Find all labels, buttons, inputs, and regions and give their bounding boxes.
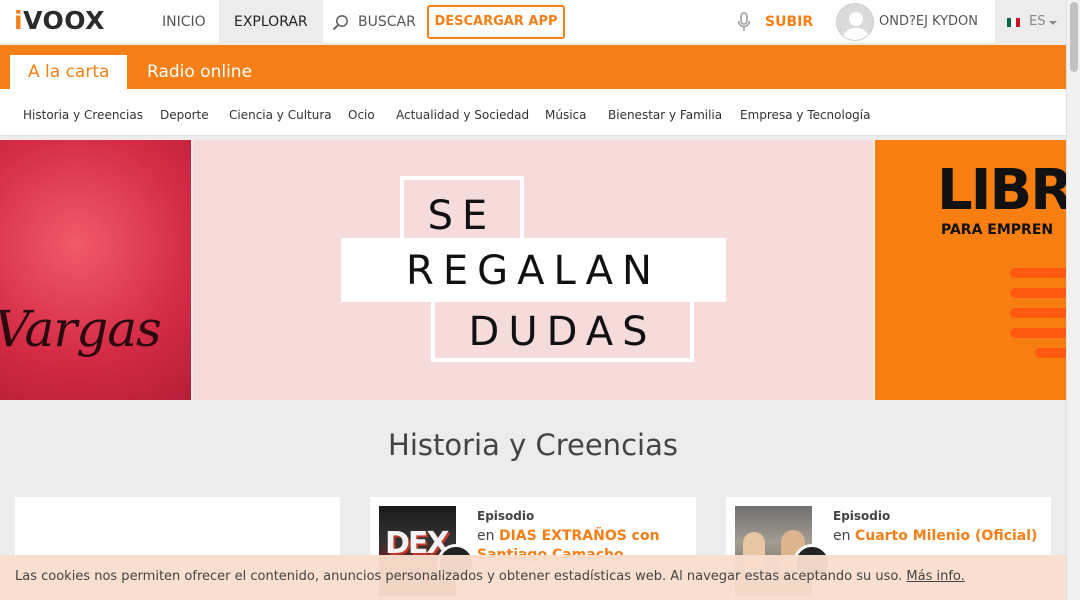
nav-explorar[interactable]: EXPLORAR (219, 0, 323, 44)
language-code: ES (1029, 14, 1046, 29)
user-silhouette-icon (842, 12, 870, 40)
tab-radio-online[interactable]: Radio online (129, 55, 270, 89)
microphone-icon (737, 12, 751, 31)
episode-type: Episodio (477, 509, 535, 523)
episode-prefix: en (477, 528, 495, 544)
cookie-more-info-link[interactable]: Más info. (906, 569, 964, 584)
carousel-slide-right[interactable]: LIBR PARA EMPREN (875, 140, 1066, 400)
search-icon (332, 15, 348, 31)
upload-label: SUBIR (765, 14, 814, 30)
category-bienestar[interactable]: Bienestar y Familia (608, 89, 722, 136)
language-selector[interactable]: ES (995, 0, 1066, 44)
scrollbar-thumb[interactable] (1070, 2, 1078, 72)
decorative-stripe (1035, 348, 1066, 358)
category-ciencia[interactable]: Ciencia y Cultura (229, 89, 332, 136)
nav-buscar[interactable]: BUSCAR (318, 0, 431, 44)
category-bar: Historia y Creencias Deporte Ciencia y C… (0, 89, 1066, 136)
section-title: Historia y Creencias (388, 428, 678, 462)
page: iVOOX INICIO EXPLORAR BUSCAR DESCARGAR A… (0, 0, 1080, 600)
nav-inicio[interactable]: INICIO (147, 0, 221, 44)
cookie-text: Las cookies nos permiten ofrecer el cont… (15, 569, 903, 584)
top-navbar: iVOOX INICIO EXPLORAR BUSCAR DESCARGAR A… (0, 0, 1066, 44)
episode-type: Episodio (833, 509, 891, 523)
chevron-down-icon (1049, 21, 1057, 25)
decorative-stripe (1010, 328, 1066, 338)
category-historia[interactable]: Historia y Creencias (23, 89, 143, 136)
carousel-slide-center[interactable]: SE REGALAN DUDAS (193, 140, 873, 400)
logo-rest: VOOX (23, 6, 105, 35)
decorative-stripe (1010, 308, 1066, 318)
download-app-button[interactable]: DESCARGAR APP (427, 5, 565, 39)
category-ocio[interactable]: Ocio (348, 89, 375, 136)
slide-right-title: LIBR (937, 158, 1066, 223)
decorative-stripe (1010, 268, 1066, 278)
episode-prefix: en (833, 528, 851, 544)
logo-i: i (14, 6, 24, 35)
avatar (836, 3, 874, 41)
category-musica[interactable]: Música (545, 89, 587, 136)
upload-button[interactable]: SUBIR (736, 0, 813, 44)
category-actualidad[interactable]: Actualidad y Sociedad (396, 89, 529, 136)
slide-right-subtitle: PARA EMPREN (941, 222, 1054, 238)
featured-carousel: Vargas SE REGALAN DUDAS LIBR PARA EMPREN (0, 140, 1066, 400)
user-name: OND?EJ KYDON (879, 14, 979, 29)
banner-word-dudas: DUDAS (431, 290, 694, 362)
nav-buscar-label: BUSCAR (358, 14, 416, 30)
slide-left-text: Vargas (0, 300, 162, 358)
episode-podcast: en Cuarto Milenio (Oficial) (833, 528, 1037, 544)
ivoox-logo[interactable]: iVOOX (14, 6, 105, 36)
category-deporte[interactable]: Deporte (160, 89, 209, 136)
scrollbar[interactable] (1066, 0, 1080, 600)
episode-podcast: en DIAS EXTRAÑOS con (477, 528, 660, 544)
podcast-link[interactable]: DIAS EXTRAÑOS con (499, 528, 660, 544)
mexico-flag-icon (1007, 18, 1020, 27)
carousel-slide-left[interactable]: Vargas (0, 140, 191, 400)
tab-a-la-carta[interactable]: A la carta (10, 55, 128, 89)
podcast-link[interactable]: Cuarto Milenio (Oficial) (855, 528, 1037, 544)
section-tabs-bar: A la carta Radio online (0, 45, 1066, 89)
category-empresa[interactable]: Empresa y Tecnología (740, 89, 870, 136)
decorative-stripe (1010, 288, 1066, 298)
cookie-notice: Las cookies nos permiten ofrecer el cont… (0, 555, 1066, 600)
